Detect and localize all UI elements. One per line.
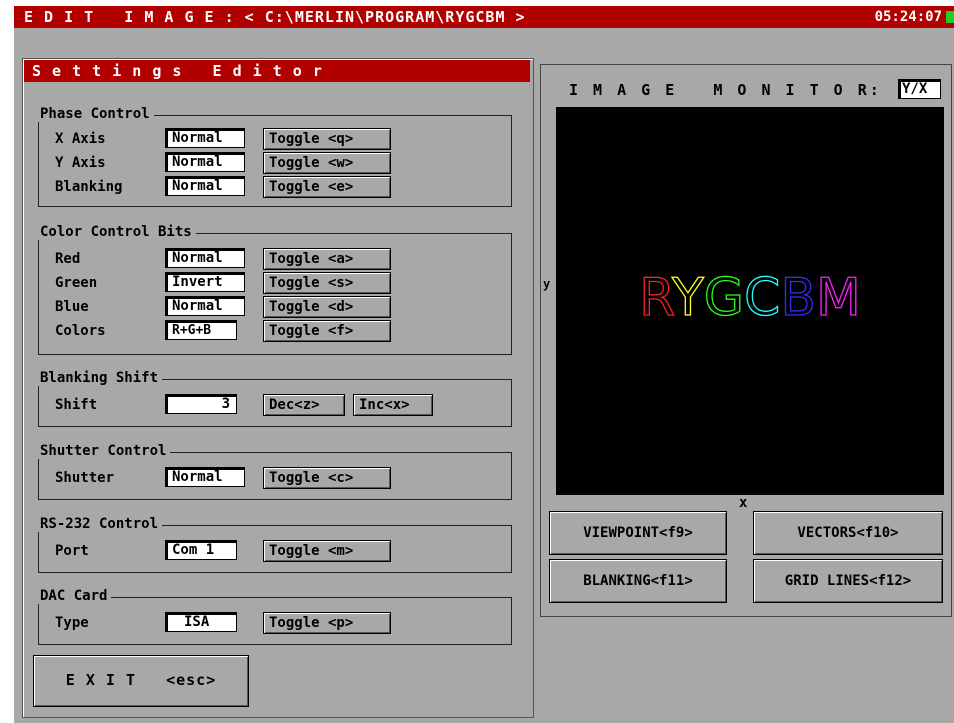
grid-lines-button[interactable]: GRID LINES<f12> [753, 559, 943, 603]
toggle-blanking-phase-button[interactable]: Toggle <e> [263, 176, 391, 198]
rygcbm-display-text: RYGCBM [639, 268, 861, 328]
image-monitor-title: I M A G E M O N I T O R: [569, 81, 882, 99]
monitor-letter: Y [671, 268, 704, 328]
vectors-button[interactable]: VECTORS<f10> [753, 511, 943, 555]
y-axis-marker: y [543, 277, 551, 291]
viewpoint-button[interactable]: VIEWPOINT<f9> [549, 511, 727, 555]
toggle-red-button[interactable]: Toggle <a> [263, 248, 391, 270]
toggle-green-button[interactable]: Toggle <s> [263, 272, 391, 294]
blue-value: Normal [165, 296, 245, 316]
dac-card-title: DAC Card [38, 588, 112, 604]
toggle-y-axis-button[interactable]: Toggle <w> [263, 152, 391, 174]
shift-value: 3 [165, 394, 237, 414]
axis-mode-field[interactable]: Y/X [898, 79, 941, 99]
toggle-x-axis-button[interactable]: Toggle <q> [263, 128, 391, 150]
x-axis-marker: x [739, 495, 748, 511]
blanking-phase-label: Blanking [55, 179, 123, 195]
shutter-control-group: Shutter Control Shutter Normal Toggle <c… [38, 443, 512, 500]
y-axis-value: Normal [165, 152, 245, 172]
toggle-port-button[interactable]: Toggle <m> [263, 540, 391, 562]
rs232-control-group: RS-232 Control Port Com 1 Toggle <m> [38, 516, 512, 573]
color-control-title: Color Control Bits [38, 224, 196, 240]
rs232-control-title: RS-232 Control [38, 516, 163, 532]
colors-value: R+G+B [165, 320, 237, 340]
inc-shift-button[interactable]: Inc<x> [353, 394, 433, 416]
color-control-group: Color Control Bits Red Normal Toggle <a>… [38, 224, 512, 355]
title-bar: E D I T I M A G E : < C:\MERLIN\PROGRAM\… [14, 6, 954, 28]
toggle-blue-button[interactable]: Toggle <d> [263, 296, 391, 318]
red-value: Normal [165, 248, 245, 268]
settings-editor-panel: S e t t i n g s E d i t o r Phase Contro… [22, 58, 534, 718]
phase-control-title: Phase Control [38, 106, 154, 122]
status-marker-icon [946, 11, 954, 23]
clock: 05:24:07 [874, 9, 942, 25]
dac-type-value: ISA [165, 612, 237, 632]
shutter-control-title: Shutter Control [38, 443, 171, 459]
dec-shift-button[interactable]: Dec<z> [263, 394, 345, 416]
x-axis-label: X Axis [55, 131, 106, 147]
window-title: E D I T I M A G E : < C:\MERLIN\PROGRAM\… [24, 8, 526, 26]
monitor-letter: R [639, 268, 674, 328]
green-value: Invert [165, 272, 245, 292]
blanking-shift-group: Blanking Shift Shift 3 Dec<z> Inc<x> [38, 370, 512, 427]
monitor-letter: G [704, 268, 744, 328]
x-axis-value: Normal [165, 128, 245, 148]
dac-type-label: Type [55, 615, 89, 631]
shift-label: Shift [55, 397, 98, 413]
red-label: Red [55, 251, 81, 267]
monitor-letter: C [744, 268, 780, 328]
colors-label: Colors [55, 323, 106, 339]
port-value: Com 1 [165, 540, 237, 560]
port-label: Port [55, 543, 89, 559]
settings-editor-title: S e t t i n g s E d i t o r [24, 60, 530, 82]
y-axis-label: Y Axis [55, 155, 106, 171]
shutter-label: Shutter [55, 470, 115, 486]
blanking-button[interactable]: BLANKING<f11> [549, 559, 727, 603]
green-label: Green [55, 275, 98, 291]
toggle-dac-type-button[interactable]: Toggle <p> [263, 612, 391, 634]
image-monitor-panel: I M A G E M O N I T O R: Y/X y RYGCBM x … [540, 64, 952, 617]
exit-button[interactable]: E X I T <esc> [33, 655, 249, 707]
image-monitor-screen[interactable]: RYGCBM [556, 107, 944, 495]
toggle-shutter-button[interactable]: Toggle <c> [263, 467, 391, 489]
toggle-colors-button[interactable]: Toggle <f> [263, 320, 391, 342]
dac-card-group: DAC Card Type ISA Toggle <p> [38, 588, 512, 645]
blanking-shift-title: Blanking Shift [38, 370, 163, 386]
monitor-letter: M [816, 268, 861, 328]
blue-label: Blue [55, 299, 89, 315]
shutter-value: Normal [165, 467, 245, 487]
monitor-letter: B [780, 268, 816, 328]
monitor-canvas: RYGCBM [638, 267, 861, 328]
blanking-phase-value: Normal [165, 176, 245, 196]
phase-control-group: Phase Control X Axis Normal Toggle <q> Y… [38, 106, 512, 207]
